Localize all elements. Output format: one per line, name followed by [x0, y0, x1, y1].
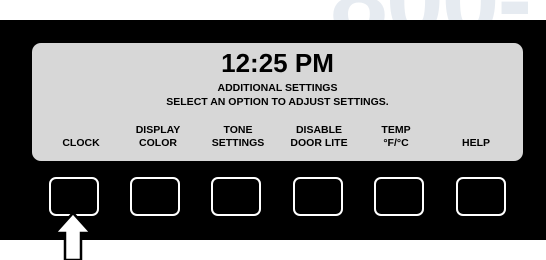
- option-label-temp: TEMP °F/°C: [353, 120, 439, 150]
- temp-button[interactable]: [374, 177, 424, 216]
- option-display-color-line2: COLOR: [139, 137, 177, 149]
- option-clock-line2: CLOCK: [62, 137, 100, 149]
- option-label-help: HELP: [433, 120, 519, 150]
- option-temp-line1: TEMP: [381, 124, 411, 136]
- option-label-clock: CLOCK: [38, 120, 124, 150]
- disable-door-lite-button[interactable]: [293, 177, 343, 216]
- option-temp-line2: °F/°C: [383, 137, 409, 149]
- option-label-display-color: DISPLAY COLOR: [115, 120, 201, 150]
- option-tone-settings-line2: SETTINGS: [211, 137, 265, 149]
- option-door-lite-line1: DISABLE: [295, 124, 343, 136]
- menu-title: ADDITIONAL SETTINGS: [217, 82, 338, 94]
- lcd-display: 12:25 PM ADDITIONAL SETTINGS SELECT AN O…: [32, 43, 523, 161]
- up-arrow-icon: [53, 211, 93, 260]
- option-label-tone-settings: TONE SETTINGS: [195, 120, 281, 150]
- tone-settings-button[interactable]: [211, 177, 261, 216]
- option-tone-settings-line1: TONE: [223, 124, 253, 136]
- option-label-disable-door-lite: DISABLE DOOR LITE: [276, 120, 362, 150]
- option-door-lite-line2: DOOR LITE: [290, 137, 348, 149]
- option-help-line2: HELP: [461, 137, 490, 149]
- display-color-button[interactable]: [130, 177, 180, 216]
- menu-instruction: SELECT AN OPTION TO ADJUST SETTINGS.: [166, 96, 389, 108]
- control-panel: 12:25 PM ADDITIONAL SETTINGS SELECT AN O…: [0, 20, 546, 240]
- help-button[interactable]: [456, 177, 506, 216]
- option-display-color-line1: DISPLAY: [135, 124, 181, 136]
- clock-time: 12:25 PM: [221, 48, 334, 78]
